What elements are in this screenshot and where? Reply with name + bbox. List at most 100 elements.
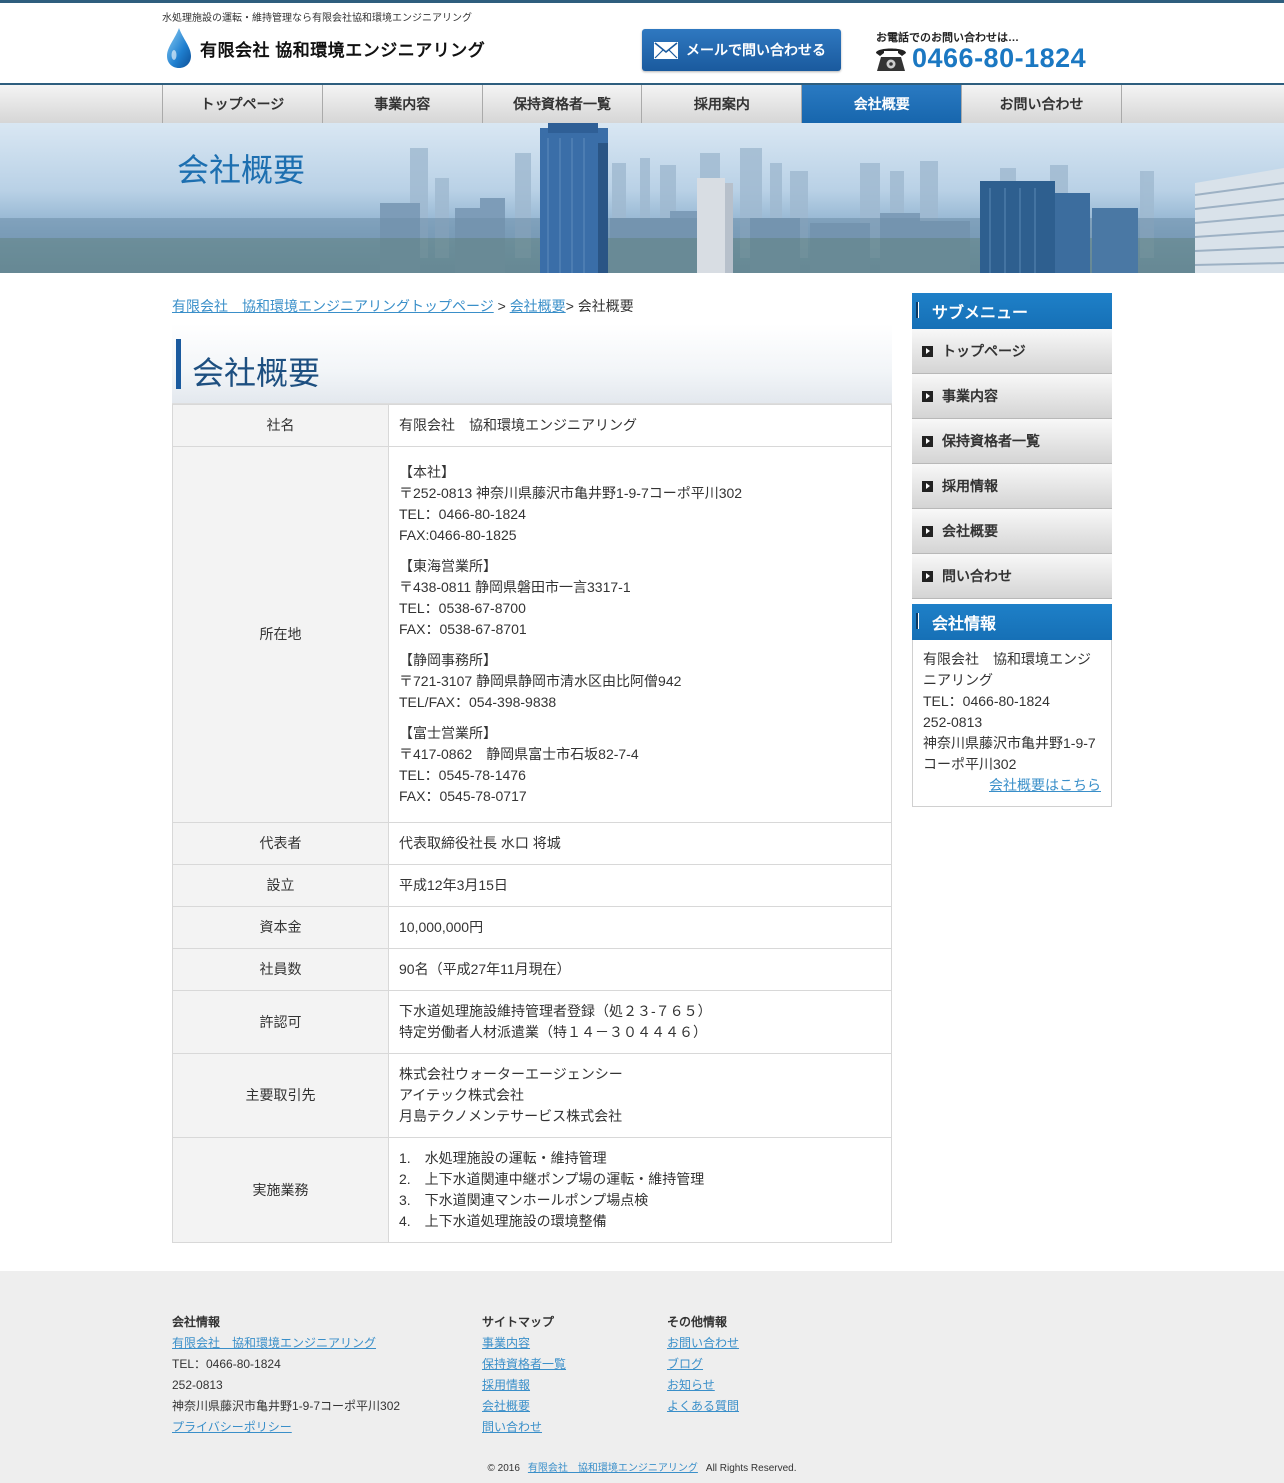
footer-company-link[interactable]: 有限会社 協和環境エンジニアリング bbox=[172, 1333, 400, 1354]
sidebar-item-qualified-staff[interactable]: 保持資格者一覧 bbox=[912, 419, 1112, 464]
table-row: 許認可 下水道処理施設維持管理者登録（処２３-７６５） 特定労働者人材派遣業（特… bbox=[172, 990, 892, 1054]
footer-other-column: その他情報 お問い合わせ ブログ お知らせ よくある質問 bbox=[667, 1312, 739, 1417]
heading-accent-bar bbox=[176, 339, 181, 389]
sidebar-item-label: トップページ bbox=[942, 343, 1026, 359]
row-value: 1. 水処理施設の運転・維持管理 2. 上下水道関連中継ポンプ場の運転・維持管理… bbox=[388, 1137, 892, 1243]
footer-address: 神奈川県藤沢市亀井野1-9-7コーポ平川302 bbox=[172, 1399, 401, 1413]
header-tagline: 水処理施設の運転・維持管理なら有限会社協和環境エンジニアリング bbox=[162, 13, 472, 24]
office-line: 【本社】 bbox=[399, 464, 455, 480]
arrow-right-icon bbox=[922, 570, 933, 582]
footer-column-title: その他情報 bbox=[667, 1315, 728, 1329]
company-info-link[interactable]: 会社概要はこちら bbox=[989, 777, 1101, 793]
table-row: 主要取引先 株式会社ウォーターエージェンシー アイテック株式会社 月島テクノメン… bbox=[172, 1053, 892, 1138]
copyright-company-link[interactable]: 有限会社 協和環境エンジニアリング bbox=[528, 1463, 698, 1474]
footer-zip: 252-0813 bbox=[172, 1378, 223, 1392]
client-line: 株式会社ウォーターエージェンシー bbox=[399, 1066, 623, 1082]
sidebar-item-business[interactable]: 事業内容 bbox=[912, 374, 1112, 419]
footer-link-inquiry[interactable]: お問い合わせ bbox=[667, 1333, 739, 1354]
nav-item-top[interactable]: トップページ bbox=[163, 85, 323, 123]
footer-privacy-link[interactable]: プライバシーポリシー bbox=[172, 1417, 400, 1438]
breadcrumb-home-link[interactable]: 有限会社 協和環境エンジニアリングトップページ bbox=[172, 298, 494, 314]
table-row: 実施業務 1. 水処理施設の運転・維持管理 2. 上下水道関連中継ポンプ場の運転… bbox=[172, 1137, 892, 1243]
breadcrumb: 有限会社 協和環境エンジニアリングトップページ > 会社概要> 会社概要 bbox=[172, 296, 892, 320]
site-logo[interactable]: 有限会社 協和環境エンジニアリング bbox=[166, 27, 485, 69]
office-line: TEL：0545-78-1476 bbox=[399, 767, 526, 783]
footer-link-company[interactable]: 会社概要 bbox=[482, 1396, 566, 1417]
site-footer: 会社情報 有限会社 協和環境エンジニアリング TEL：0466-80-1824 … bbox=[0, 1271, 1284, 1483]
sidebar-item-label: 問い合わせ bbox=[942, 568, 1012, 584]
row-label: 所在地 bbox=[172, 446, 389, 823]
page-title: 会社概要 bbox=[192, 355, 321, 391]
copyright: © 2016 有限会社 協和環境エンジニアリング All Rights Reserv… bbox=[0, 1459, 1284, 1474]
nav-item-recruit[interactable]: 採用案内 bbox=[642, 85, 803, 123]
logo-text: 有限会社 協和環境エンジニアリング bbox=[200, 40, 486, 60]
breadcrumb-separator: > bbox=[565, 298, 578, 314]
office-line: FAX：0538-67-8701 bbox=[399, 621, 527, 637]
sidebar-item-label: 採用情報 bbox=[942, 478, 998, 494]
footer-link-contact[interactable]: 問い合わせ bbox=[482, 1417, 566, 1438]
client-line: 月島テクノメンテサービス株式会社 bbox=[399, 1108, 623, 1124]
office-line: 【富士営業所】 bbox=[399, 725, 497, 741]
water-drop-icon bbox=[167, 28, 191, 68]
row-label: 実施業務 bbox=[172, 1137, 389, 1243]
submenu-heading: サブメニュー bbox=[912, 293, 1112, 329]
arrow-right-icon bbox=[922, 435, 933, 447]
sidebar-item-recruit[interactable]: 採用情報 bbox=[912, 464, 1112, 509]
work-line: 4. 上下水道処理施設の環境整備 bbox=[399, 1213, 607, 1229]
breadcrumb-section-link[interactable]: 会社概要 bbox=[510, 298, 566, 314]
heading-marker bbox=[916, 613, 919, 629]
row-value-offices: 【本社】 〒252-0813 神奈川県藤沢市亀井野1-9-7コーポ平川302 T… bbox=[388, 446, 892, 823]
site-header: 水処理施設の運転・維持管理なら有限会社協和環境エンジニアリング 有限会社 協和環… bbox=[0, 3, 1284, 83]
footer-link-business[interactable]: 事業内容 bbox=[482, 1333, 566, 1354]
row-value: 10,000,000円 bbox=[388, 906, 892, 949]
work-line: 3. 下水道関連マンホールポンプ場点検 bbox=[399, 1192, 649, 1208]
office-block-fuji: 【富士営業所】 〒417-0862 静岡県富士市石坂82-7-4 TEL：054… bbox=[399, 723, 881, 807]
company-info-title: 会社情報 bbox=[932, 616, 997, 633]
nav-item-contact[interactable]: お問い合わせ bbox=[962, 85, 1122, 123]
breadcrumb-separator: > bbox=[493, 298, 510, 314]
office-line: 〒252-0813 神奈川県藤沢市亀井野1-9-7コーポ平川302 bbox=[399, 485, 743, 501]
sidebar-item-label: 会社概要 bbox=[942, 523, 998, 539]
row-label: 設立 bbox=[172, 864, 389, 907]
nav-item-business[interactable]: 事業内容 bbox=[323, 85, 483, 123]
work-line: 2. 上下水道関連中継ポンプ場の運転・維持管理 bbox=[399, 1171, 705, 1187]
nav-item-company[interactable]: 会社概要 bbox=[802, 85, 963, 123]
table-row: 代表者 代表取締役社長 水口 将城 bbox=[172, 822, 892, 865]
heading-marker bbox=[916, 302, 919, 318]
license-line: 下水道処理施設維持管理者登録（処２３-７６５） bbox=[399, 1003, 712, 1019]
tel-number[interactable]: 0466-80-1824 bbox=[912, 43, 1086, 74]
sidebar-item-company[interactable]: 会社概要 bbox=[912, 509, 1112, 554]
footer-link-recruit[interactable]: 採用情報 bbox=[482, 1375, 566, 1396]
sidebar-item-label: 事業内容 bbox=[942, 388, 998, 404]
sidebar: サブメニュー トップページ 事業内容 保持資格者一覧 採用情報 会社概要 問い合… bbox=[912, 293, 1112, 807]
company-info-table: 社名 有限会社 協和環境エンジニアリング 所在地 【本社】 〒252-0813 … bbox=[172, 404, 892, 1243]
row-label: 代表者 bbox=[172, 822, 389, 865]
footer-link-qualified-staff[interactable]: 保持資格者一覧 bbox=[482, 1354, 566, 1375]
page-heading-box: 会社概要 bbox=[172, 324, 892, 404]
footer-link-faq[interactable]: よくある質問 bbox=[667, 1396, 739, 1417]
footer-sitemap-column: サイトマップ 事業内容 保持資格者一覧 採用情報 会社概要 問い合わせ bbox=[482, 1312, 566, 1438]
tel-block: 0466-80-1824 bbox=[873, 43, 1086, 74]
table-row: 所在地 【本社】 〒252-0813 神奈川県藤沢市亀井野1-9-7コーポ平川3… bbox=[172, 446, 892, 823]
row-value: 有限会社 協和環境エンジニアリング bbox=[388, 404, 892, 447]
office-block-shizuoka: 【静岡事務所】 〒721-3107 静岡県静岡市清水区由比阿僧942 TEL/F… bbox=[399, 650, 881, 713]
footer-link-blog[interactable]: ブログ bbox=[667, 1354, 739, 1375]
row-value: 90名（平成27年11月現在） bbox=[388, 948, 892, 991]
info-address: 神奈川県藤沢市亀井野1-9-7コーポ平川302 bbox=[923, 735, 1096, 772]
sidebar-item-top[interactable]: トップページ bbox=[912, 329, 1112, 374]
row-label: 主要取引先 bbox=[172, 1053, 389, 1138]
info-zip: 252-0813 bbox=[923, 714, 983, 730]
sidebar-item-contact[interactable]: 問い合わせ bbox=[912, 554, 1112, 599]
mail-contact-button[interactable]: メールで問い合わせる bbox=[642, 29, 841, 71]
office-line: 【静岡事務所】 bbox=[399, 652, 497, 668]
mail-button-label: メールで問い合わせる bbox=[686, 42, 826, 58]
footer-link-news[interactable]: お知らせ bbox=[667, 1375, 739, 1396]
table-row: 社名 有限会社 協和環境エンジニアリング bbox=[172, 404, 892, 447]
table-row: 資本金 10,000,000円 bbox=[172, 906, 892, 949]
arrow-right-icon bbox=[922, 480, 933, 492]
company-info-heading: 会社情報 bbox=[912, 604, 1112, 640]
global-nav: トップページ 事業内容 保持資格者一覧 採用案内 会社概要 お問い合わせ bbox=[0, 83, 1284, 123]
footer-company-column: 会社情報 有限会社 協和環境エンジニアリング TEL：0466-80-1824 … bbox=[172, 1312, 400, 1438]
copyright-rights: All Rights Reserved. bbox=[705, 1463, 797, 1474]
nav-item-qualified-staff[interactable]: 保持資格者一覧 bbox=[483, 85, 643, 123]
